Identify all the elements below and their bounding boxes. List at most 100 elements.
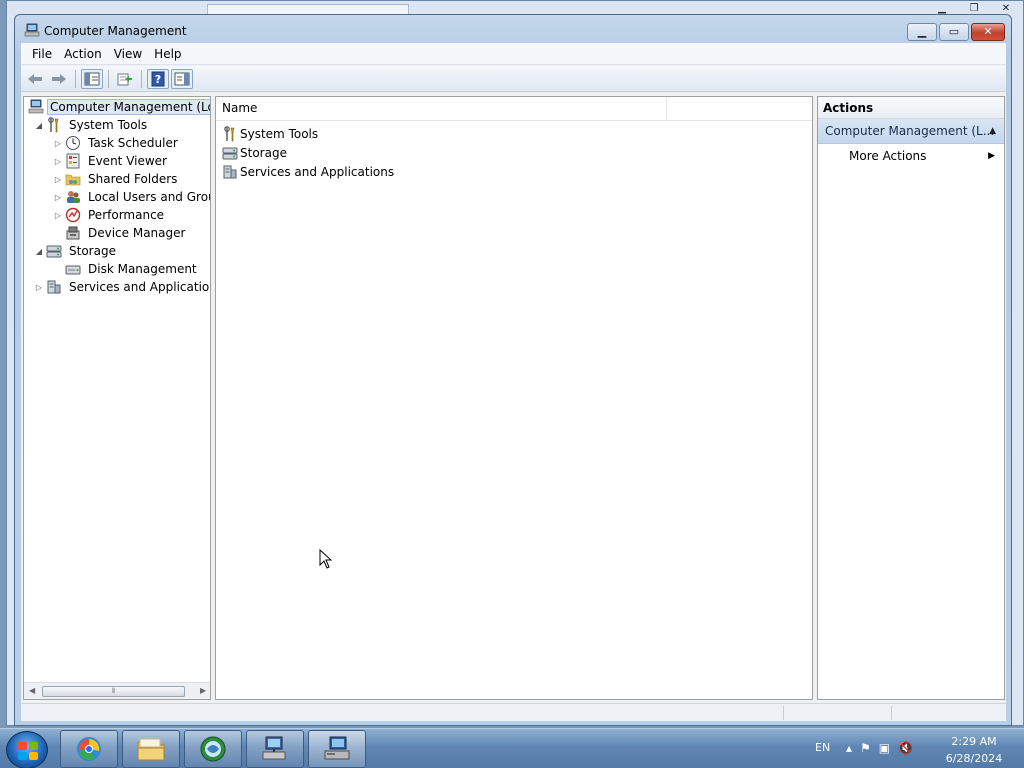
network-status-icon[interactable]: ▣	[879, 741, 890, 755]
tree-item[interactable]: Disk Management	[53, 260, 201, 278]
menu-help[interactable]: Help	[148, 47, 187, 61]
menu-action[interactable]: Action	[58, 47, 108, 61]
minimize-icon: ▁	[917, 25, 927, 38]
scroll-left-icon[interactable]: ◀	[29, 686, 35, 695]
tree-item[interactable]: Device Manager	[53, 224, 189, 242]
event-viewer-icon	[65, 153, 81, 169]
tree-item[interactable]: ◢ System Tools	[34, 116, 151, 134]
tree-item-label: Storage	[69, 244, 116, 258]
export-list-icon	[117, 73, 132, 85]
tree-item-label: Shared Folders	[88, 172, 178, 186]
collapsed-arrow-icon[interactable]: ▷	[53, 211, 63, 220]
scroll-right-icon[interactable]: ▶	[200, 686, 206, 695]
actions-section-computer-management[interactable]: Computer Management (L... ▲	[818, 119, 1004, 144]
column-name-header[interactable]: Name	[216, 97, 667, 120]
close-icon: ✕	[983, 25, 993, 38]
computer-management-window: Computer Management ▁ ▭ ✕ File Action Vi…	[14, 14, 1012, 726]
collapsed-arrow-icon[interactable]: ▷	[53, 175, 63, 184]
taskbar-browser[interactable]	[60, 730, 118, 768]
list-item-label: System Tools	[240, 126, 319, 141]
storage-icon	[222, 145, 238, 161]
tree-item-label: Local Users and Groups	[88, 190, 210, 204]
services-apps-icon	[222, 164, 238, 180]
show-hide-tree-button[interactable]	[81, 68, 103, 89]
results-pane[interactable]: Name System Tools Storage Services and App…	[215, 96, 813, 700]
expanded-arrow-icon[interactable]: ◢	[34, 247, 44, 256]
tree-item[interactable]: ▷ Shared Folders	[53, 170, 181, 188]
help-icon: ?	[151, 71, 165, 86]
properties-pane-icon	[174, 72, 190, 85]
taskbar-clock[interactable]: 2:29 AM 6/28/2024	[938, 733, 1010, 767]
clock-time: 2:29 AM	[951, 735, 997, 748]
tree-item[interactable]: ▷ Task Scheduler	[53, 134, 182, 152]
scrollbar-thumb[interactable]: ⦀	[42, 686, 185, 697]
tree-item[interactable]: ▷ Event Viewer	[53, 152, 171, 170]
action-pane-button[interactable]	[171, 68, 193, 89]
maximize-icon: ▭	[948, 25, 960, 38]
show-hide-tree-icon	[84, 72, 100, 85]
title-bar[interactable]: Computer Management ▁ ▭ ✕	[15, 15, 1011, 43]
minimize-button[interactable]: ▁	[907, 23, 937, 41]
system-tray: ▴ ⚑ ▣ 🔇	[846, 741, 913, 755]
storage-icon	[46, 243, 62, 259]
actions-header: Actions	[818, 97, 1004, 119]
tree-item-label: Task Scheduler	[88, 136, 178, 150]
window-title: Computer Management	[44, 24, 187, 38]
tree-item[interactable]: ◢ Storage	[34, 242, 120, 260]
language-indicator[interactable]: EN	[815, 741, 830, 754]
more-actions-item[interactable]: More Actions ▶	[818, 144, 1004, 168]
menu-view[interactable]: View	[108, 47, 148, 61]
menu-file[interactable]: File	[26, 47, 58, 61]
taskbar-computer-management[interactable]	[308, 730, 366, 768]
action-center-flag-icon[interactable]: ⚑	[860, 741, 871, 755]
back-arrow-icon	[28, 73, 42, 84]
shared-folders-icon	[65, 171, 81, 187]
device-manager-icon	[65, 225, 81, 241]
tree-item[interactable]: ▷ Local Users and Groups	[53, 188, 210, 206]
help-button[interactable]: ?	[147, 68, 169, 89]
tree-item[interactable]: ▷ Services and Applications	[34, 278, 211, 296]
back-button[interactable]	[24, 69, 46, 89]
tree-horizontal-scrollbar[interactable]: ◀ ⦀ ▶	[24, 682, 210, 699]
list-item-label: Storage	[240, 145, 287, 160]
volume-muted-icon[interactable]: 🔇	[898, 741, 913, 755]
expanded-arrow-icon[interactable]: ◢	[34, 121, 44, 130]
tree-item[interactable]: Computer Management (Local	[26, 98, 210, 116]
taskbar-network[interactable]	[184, 730, 242, 768]
console-tree[interactable]: Computer Management (Local ◢ System Tools ▷…	[23, 96, 211, 700]
services-apps-icon	[46, 279, 62, 295]
clock-date: 6/28/2024	[945, 752, 1003, 765]
tree-item[interactable]: ▷ Performance	[53, 206, 168, 224]
tree-item-label: Device Manager	[88, 226, 186, 240]
list-item[interactable]: Services and Applications	[222, 162, 394, 181]
list-item-label: Services and Applications	[240, 164, 395, 179]
taskbar-network-computer[interactable]	[246, 730, 304, 768]
list-item[interactable]: System Tools	[222, 124, 318, 143]
tree-item-label: Event Viewer	[88, 154, 167, 168]
forward-button[interactable]	[48, 69, 70, 89]
tree-item-label: System Tools	[69, 118, 148, 132]
tree-item-label: Services and Applications	[69, 280, 211, 294]
toolbar-separator	[108, 69, 109, 88]
submenu-arrow-icon: ▶	[988, 151, 995, 161]
taskbar-file-explorer[interactable]	[122, 730, 180, 768]
collapsed-arrow-icon[interactable]: ▷	[53, 193, 63, 202]
close-button[interactable]: ✕	[971, 23, 1005, 41]
toolbar: ?	[21, 66, 1006, 92]
local-users-icon	[65, 189, 81, 205]
system-tools-icon	[46, 117, 62, 133]
taskbar: EN ▴ ⚑ ▣ 🔇 2:29 AM 6/28/2024	[0, 728, 1024, 768]
show-hidden-icons-icon[interactable]: ▴	[846, 741, 852, 755]
collapsed-arrow-icon[interactable]: ▷	[53, 157, 63, 166]
collapse-up-icon[interactable]: ▲	[989, 119, 996, 144]
column-empty-header[interactable]	[667, 97, 813, 120]
svg-text:?: ?	[155, 73, 161, 86]
collapsed-arrow-icon[interactable]: ▷	[34, 283, 44, 292]
status-bar	[21, 703, 1006, 721]
maximize-button[interactable]: ▭	[939, 23, 969, 41]
list-item[interactable]: Storage	[222, 143, 287, 162]
collapsed-arrow-icon[interactable]: ▷	[53, 139, 63, 148]
export-list-button[interactable]	[114, 69, 136, 89]
start-button[interactable]	[6, 731, 48, 768]
computer-management-icon	[28, 99, 44, 115]
